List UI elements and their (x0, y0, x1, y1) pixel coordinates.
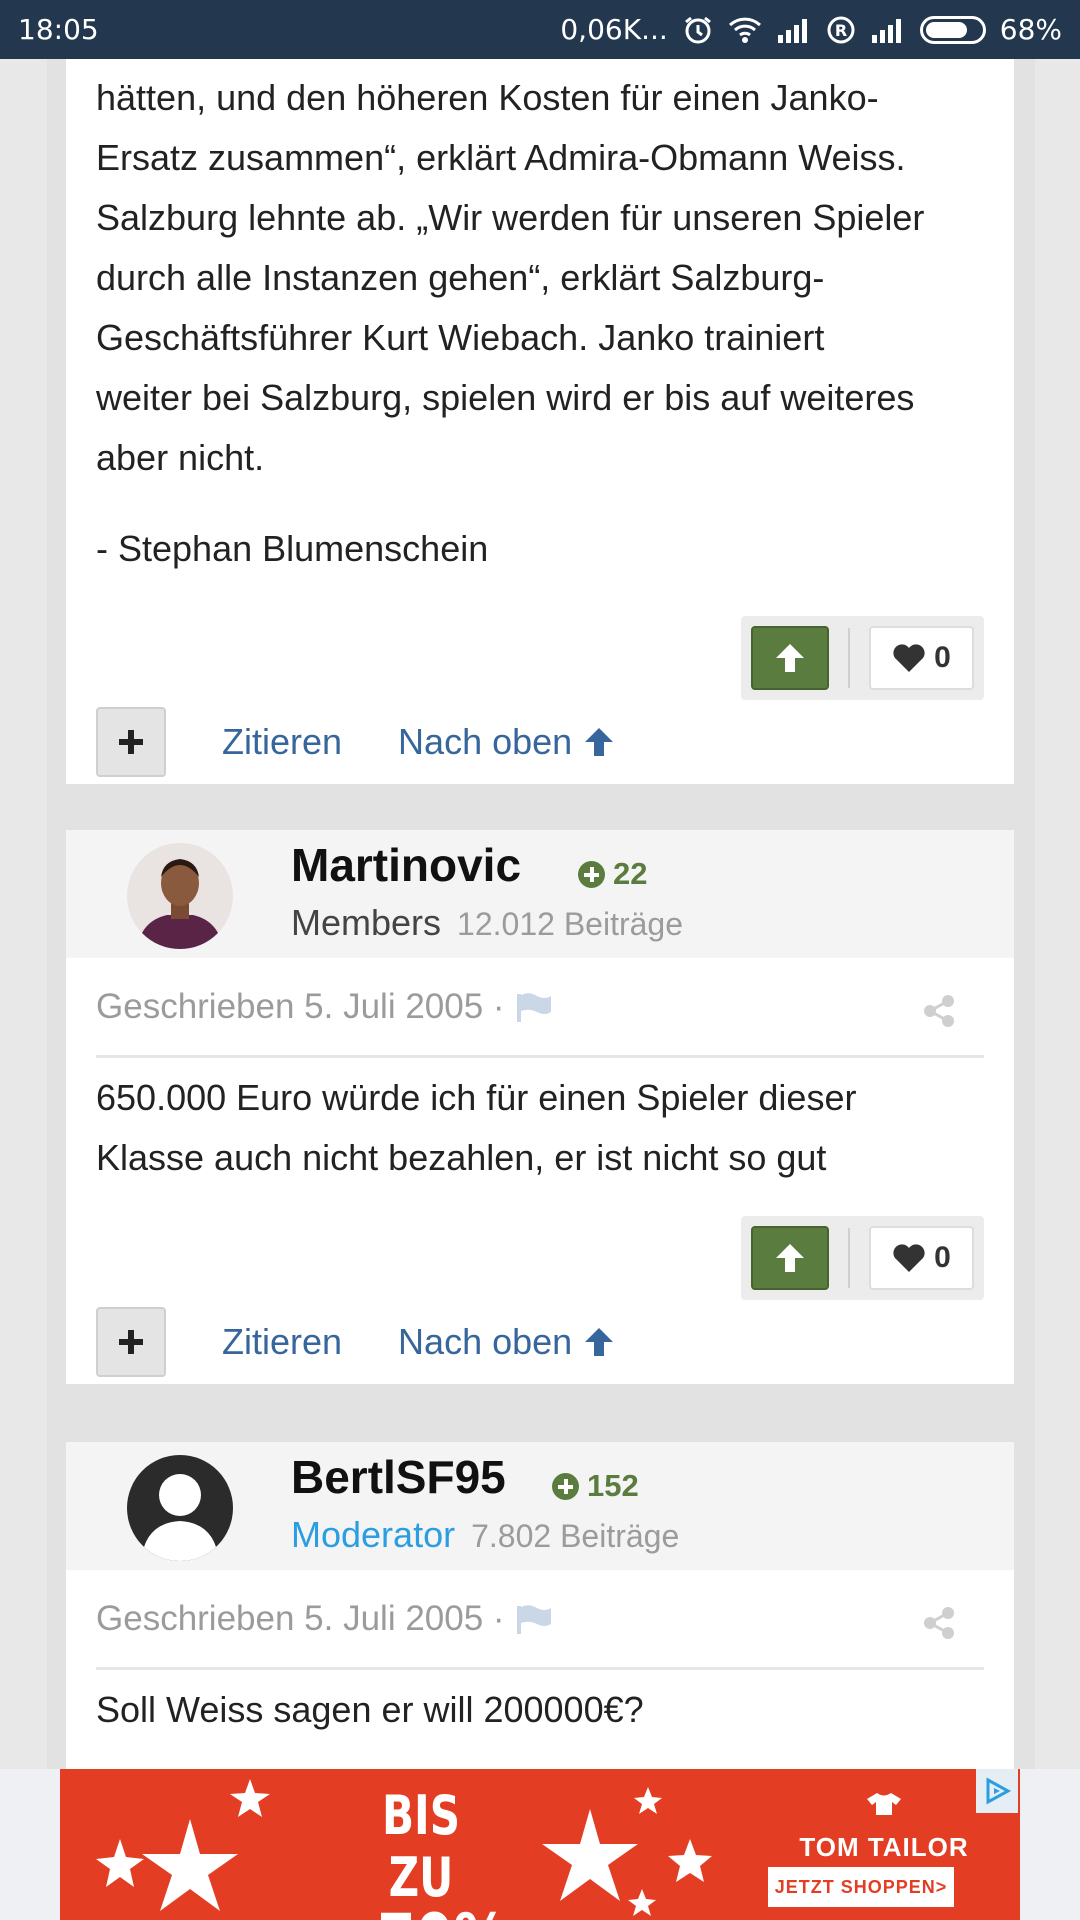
battery-icon (919, 15, 986, 44)
post-count: 12.012 Beiträge (457, 906, 683, 942)
post-body-line: weiter bei Salzburg, spielen wird er bis… (96, 377, 915, 418)
wifi-icon (728, 16, 762, 44)
post-body-line: 650.000 Euro würde ich für einen Spieler… (96, 1077, 857, 1118)
post-body-line: Ersatz zusammen“, erklärt Admira-Obmann … (96, 137, 906, 178)
ad-shop-button[interactable]: JETZT SHOPPEN> (768, 1867, 954, 1907)
ad-headline-line: BIS ZU (381, 1784, 461, 1909)
status-time: 18:05 (18, 13, 99, 46)
quote-link[interactable]: Zitieren (222, 1321, 342, 1363)
post-body-line: Salzburg lehnte ab. „Wir werden für unse… (96, 197, 925, 238)
roaming-icon: R (826, 15, 856, 45)
reputation-count: 22 (613, 856, 648, 891)
upvote-button[interactable] (751, 1226, 829, 1290)
avatar[interactable] (127, 1455, 233, 1561)
post-actions: Zitieren Nach oben (96, 707, 616, 777)
plus-icon (119, 1330, 143, 1354)
signal-icon (870, 17, 906, 43)
report-flag-icon[interactable] (515, 1604, 553, 1634)
author-name[interactable]: BertlSF95 (291, 1450, 506, 1504)
post-card: Geschrieben 5. Juli 2005 · 650.000 Euro … (66, 958, 1014, 1384)
svg-text:R: R (835, 21, 847, 40)
author-header: Martinovic 22 Members 12.012 Beiträge (66, 830, 1014, 958)
arrow-up-icon (776, 644, 804, 672)
author-header: BertlSF95 152 Moderator 7.802 Beiträge (66, 1442, 1014, 1570)
status-bar: 18:05 0,06K... R 68% (0, 0, 1080, 59)
ad-banner[interactable]: BIS ZU -70% TOM TAILOR JETZT SHOPPEN> (60, 1769, 1020, 1920)
ad-brand: TOM TAILOR (774, 1791, 994, 1863)
tshirt-icon (867, 1793, 901, 1815)
post-date: Geschrieben 5. Juli 2005 · (96, 986, 505, 1026)
battery-percent: 68% (999, 13, 1062, 46)
reputation-badge: 22 (578, 856, 647, 892)
author-name[interactable]: Martinovic (291, 838, 521, 892)
reaction-divider (848, 628, 850, 688)
plus-circle-icon (578, 860, 605, 888)
ad-headline: BIS ZU -70% (355, 1784, 508, 1920)
arrow-up-icon (776, 1244, 804, 1272)
post-meta: Geschrieben 5. Juli 2005 · (96, 1570, 984, 1670)
plus-icon (119, 730, 143, 754)
post-card: hätten, und den höheren Kosten für einen… (66, 59, 1014, 784)
plus-circle-icon (552, 1472, 579, 1500)
post-body-line: aber nicht. (96, 437, 265, 478)
back-to-top-link[interactable]: Nach oben (398, 1321, 616, 1363)
upvote-button[interactable] (751, 626, 829, 690)
group-label[interactable]: Moderator (291, 1514, 455, 1555)
post-body: hätten, und den höheren Kosten für einen… (66, 59, 1014, 488)
reputation-badge: 152 (552, 1468, 639, 1504)
like-count: 0 (934, 641, 951, 674)
back-to-top-link[interactable]: Nach oben (398, 721, 616, 763)
like-count: 0 (934, 1241, 951, 1274)
back-to-top-label: Nach oben (398, 721, 573, 762)
adchoices-icon[interactable] (976, 1769, 1018, 1813)
reaction-box: 0 (741, 616, 984, 700)
author-group: Members 12.012 Beiträge (291, 902, 683, 944)
post-actions: Zitieren Nach oben (96, 1307, 616, 1377)
back-to-top-label: Nach oben (398, 1321, 573, 1362)
post-body-line: Geschäftsführer Kurt Wiebach. Janko trai… (96, 317, 825, 358)
heart-icon (893, 644, 925, 672)
avatar[interactable] (127, 843, 233, 949)
ad-banner-container: BIS ZU -70% TOM TAILOR JETZT SHOPPEN> (0, 1769, 1080, 1920)
post-column: hätten, und den höheren Kosten für einen… (47, 59, 1035, 1870)
post-count: 7.802 Beiträge (471, 1518, 680, 1554)
ad-headline-line: -70% (355, 1905, 508, 1920)
post-body-line: Soll Weiss sagen er will 200000€? (96, 1689, 644, 1730)
heart-icon (893, 1244, 925, 1272)
post-body-line: durch alle Instanzen gehen“, erklärt Sal… (96, 257, 825, 298)
like-button[interactable]: 0 (869, 626, 974, 690)
arrow-up-icon (585, 1328, 614, 1356)
share-icon[interactable] (922, 1606, 956, 1640)
author-group: Moderator 7.802 Beiträge (291, 1514, 679, 1556)
alarm-icon (682, 14, 714, 46)
quote-link[interactable]: Zitieren (222, 721, 342, 763)
multiquote-button[interactable] (96, 1307, 166, 1377)
signal-icon (776, 17, 812, 43)
report-flag-icon[interactable] (515, 992, 553, 1022)
like-button[interactable]: 0 (869, 1226, 974, 1290)
share-icon[interactable] (922, 994, 956, 1028)
post-date: Geschrieben 5. Juli 2005 · (96, 1598, 505, 1638)
post-body-line: hätten, und den höheren Kosten für einen… (96, 77, 879, 118)
reaction-box: 0 (741, 1216, 984, 1300)
ad-brand-name: TOM TAILOR (799, 1832, 969, 1862)
post-meta: Geschrieben 5. Juli 2005 · (96, 958, 984, 1058)
multiquote-button[interactable] (96, 707, 166, 777)
reaction-divider (848, 1228, 850, 1288)
arrow-up-icon (585, 728, 614, 756)
post-body-line: Klasse auch nicht bezahlen, er ist nicht… (96, 1137, 827, 1178)
group-label: Members (291, 902, 442, 943)
post-signature: - Stephan Blumenschein (96, 528, 489, 569)
network-speed: 0,06K... (560, 13, 668, 46)
reputation-count: 152 (587, 1468, 639, 1503)
